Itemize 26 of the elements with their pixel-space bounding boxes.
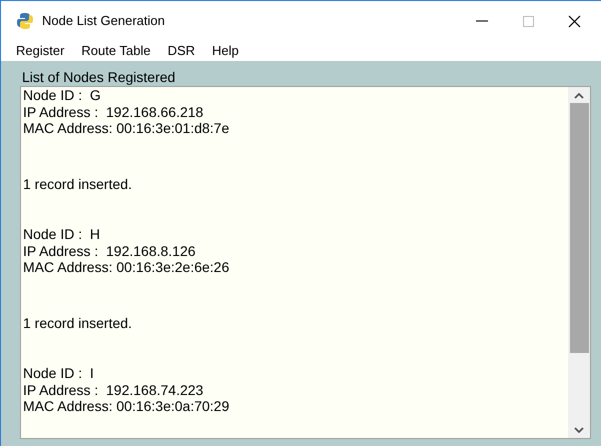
- text-area[interactable]: [20, 86, 591, 439]
- close-icon: [568, 14, 580, 28]
- menu-item[interactable]: DSR: [168, 44, 196, 56]
- app-logo-icon: [16, 12, 34, 30]
- minimize-icon: [476, 20, 488, 22]
- status-message: 1 record inserted.: [23, 314, 133, 331]
- node-id-line: Node ID : H: [23, 226, 102, 242]
- mac-address-line: MAC Address: 00:16:3e:01:d8:7e: [23, 120, 230, 136]
- scrollbar[interactable]: [568, 87, 590, 438]
- ip-address-line: IP Address : 192.168.8.126: [23, 242, 197, 259]
- status-message: 1 record inserted.: [23, 176, 133, 192]
- mac-address-line: MAC Address: 00:16:3e:0a:70:29: [23, 398, 230, 414]
- node-id-line: Node ID : I: [23, 365, 95, 382]
- ip-address-line: IP Address : 192.168.74.223: [23, 382, 204, 398]
- window-title: Node List Generation: [42, 12, 165, 30]
- scroll-down-icon[interactable]: [574, 427, 584, 433]
- node-id-line: Node ID : G: [23, 87, 102, 104]
- maximize-icon: [522, 16, 534, 26]
- ip-address-line: IP Address : 192.168.66.218: [23, 104, 204, 120]
- panel-title: List of Nodes Registered: [21, 69, 176, 86]
- scrollbar-thumb[interactable]: [570, 103, 588, 353]
- mac-address-line: MAC Address: 00:16:3e:2e:6e:26: [23, 259, 230, 276]
- menu-item[interactable]: Help: [212, 44, 239, 56]
- scroll-up-icon[interactable]: [574, 93, 584, 99]
- menu-item[interactable]: Register: [16, 44, 64, 56]
- menu-item[interactable]: Route Table: [81, 44, 151, 56]
